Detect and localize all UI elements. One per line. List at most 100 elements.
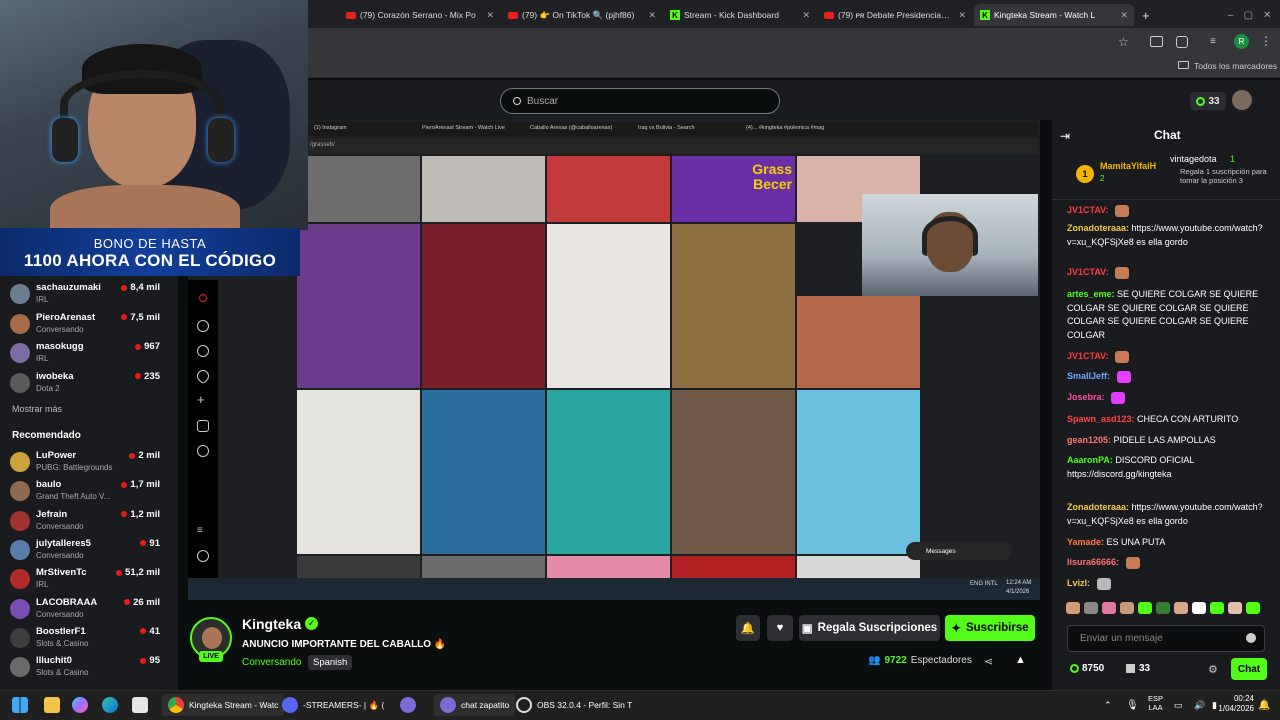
emoji-icon[interactable] [1246, 633, 1256, 643]
send-chat-button[interactable]: Chat [1231, 658, 1267, 680]
menu-icon[interactable]: ⋮ [1260, 34, 1272, 48]
battery-icon[interactable]: ▮ [1212, 697, 1217, 713]
chat-username[interactable]: JV1CTAV: [1067, 351, 1109, 361]
viewers-number: 9722 [884, 655, 907, 666]
sidebar-channel[interactable]: PieroArenast Conversando 7,5 mil [10, 312, 160, 338]
browser-tab-active[interactable]: K Kingteka Stream - Watch L ✕ [974, 4, 1134, 26]
network-icon[interactable]: ▭ [1174, 697, 1183, 713]
emote-icon[interactable] [1192, 602, 1206, 614]
browser-tab[interactable]: (79) Corazón Serrano - Mix Po ✕ [340, 4, 500, 26]
verified-icon: ✓ [305, 617, 318, 630]
emote-icon[interactable] [1066, 602, 1080, 614]
follow-button[interactable]: ♥ [767, 615, 793, 641]
report-icon[interactable]: ▲ [1015, 654, 1026, 666]
file-explorer-icon[interactable] [44, 697, 60, 713]
chat-username[interactable]: SmallJeff: [1067, 371, 1110, 381]
sidebar-channel[interactable]: baulo Grand Theft Auto V... 1,7 mil [10, 479, 160, 505]
sidebar-channel[interactable]: BoostlerF1 Slots & Casino 41 [10, 626, 160, 652]
chat-username[interactable]: Zonadoteraaa: [1067, 223, 1129, 233]
collapse-chat-icon[interactable]: ⇥ [1060, 129, 1070, 143]
chat-username[interactable]: lisura66666: [1067, 557, 1119, 567]
sidebar-channel[interactable]: masokugg IRL 967 [10, 341, 160, 367]
taskbar-app-obs[interactable]: OBS 32.0.4 - Perfil: Sin T [516, 697, 632, 713]
chat-username[interactable]: artes_eme: [1067, 289, 1115, 299]
emote-icon[interactable] [1102, 602, 1116, 614]
new-tab-icon[interactable]: + [1136, 4, 1152, 26]
gift-subs-button[interactable]: ▣ Regala Suscripciones [799, 615, 940, 641]
close-icon[interactable]: ✕ [802, 10, 810, 21]
tab-search-icon[interactable]: ≡ [1210, 36, 1216, 47]
browser-tab[interactable]: K Stream - Kick Dashboard ✕ [664, 4, 816, 26]
taskbar-app-chrome[interactable]: Kingteka Stream - Watc [162, 694, 285, 716]
sidebar-channel[interactable]: iwobeka Dota 2 235 [10, 371, 160, 397]
chat-username[interactable]: Josebra: [1067, 392, 1105, 402]
points-badge[interactable]: 33 [1190, 92, 1226, 110]
search-input[interactable]: Buscar [500, 88, 780, 114]
chat-points[interactable]: 8750 [1070, 663, 1104, 674]
extensions-icon[interactable] [1176, 36, 1188, 48]
chat-username[interactable]: AaaronPA: [1067, 455, 1113, 465]
show-more-link[interactable]: Mostrar más [12, 404, 62, 414]
chat-username[interactable]: gean1205: [1067, 435, 1111, 445]
settings-gear-icon[interactable]: ⚙ [1208, 663, 1218, 676]
browser-tab[interactable]: (79) 👉 On TikTok 🔍 (pjhf86) ✕ [502, 4, 662, 26]
close-icon[interactable]: ✕ [486, 10, 494, 21]
chat-input[interactable]: Enviar un mensaje [1067, 625, 1265, 652]
tray-chevron-icon[interactable]: ⌃ [1104, 697, 1112, 713]
language-indicator[interactable]: ESP LAA [1148, 694, 1163, 716]
channel-category: Slots & Casino [36, 668, 89, 678]
share-icon[interactable]: ⋖ [984, 655, 993, 668]
sidebar-channel[interactable]: Jefrain Conversando 1,2 mil [10, 509, 160, 535]
copilot-icon[interactable] [72, 697, 88, 713]
taskbar-app-chat[interactable]: chat zapatito [434, 694, 516, 716]
emote-icon [1115, 350, 1130, 363]
stream-category[interactable]: Conversando [242, 657, 301, 668]
bookmark-star-icon[interactable]: ☆ [1118, 35, 1129, 49]
all-bookmarks-link[interactable]: Todos los marcadores [1194, 61, 1277, 71]
store-icon[interactable] [132, 697, 148, 713]
profile-avatar[interactable]: R [1234, 34, 1249, 49]
edge-icon[interactable] [102, 697, 118, 713]
sidebar-channel[interactable]: sachauzumaki IRL 8,4 mil [10, 282, 160, 308]
chat-username[interactable]: Lvizl: [1067, 578, 1090, 588]
emote-icon[interactable] [1228, 602, 1242, 614]
close-icon[interactable]: ✕ [648, 10, 656, 21]
notification-bell-icon[interactable]: 🔔 [1258, 697, 1270, 713]
chat-gifts[interactable]: 33 [1126, 663, 1150, 674]
emote-icon[interactable] [1156, 602, 1170, 614]
channel-name: LuPower [36, 450, 77, 461]
subscribe-button[interactable]: ✦ Suscribirse [945, 615, 1035, 641]
language-tag[interactable]: Spanish [308, 655, 353, 670]
chat-username[interactable]: Yamade: [1067, 537, 1104, 547]
taskbar-app-discord[interactable]: -STREAMERS- | 🔥 ( [282, 697, 384, 713]
sidebar-channel[interactable]: LuPower PUBG: Battlegrounds 2 mil [10, 450, 160, 476]
channel-category: Conversando [36, 521, 84, 531]
chat-username[interactable]: Zonadoteraaa: [1067, 502, 1129, 512]
sidebar-channel[interactable]: MrStivenTc IRL 51,2 mil [10, 567, 160, 593]
clock[interactable]: 00:24 1/04/2026 [1218, 694, 1254, 716]
close-icon[interactable]: ✕ [958, 10, 966, 21]
chat-username[interactable]: Spawn_asd123: [1067, 414, 1135, 424]
windows-start-icon[interactable] [12, 697, 28, 713]
emote-icon[interactable] [1084, 602, 1098, 614]
chat-username[interactable]: JV1CTAV: [1067, 205, 1109, 215]
emote-icon[interactable] [1246, 602, 1260, 614]
window-controls[interactable]: – ▢ ✕ [1222, 4, 1278, 26]
user-avatar[interactable] [1232, 90, 1252, 110]
emote-icon[interactable] [1174, 602, 1188, 614]
microphone-icon[interactable]: 🎙 [1126, 697, 1139, 713]
emote-icon[interactable] [1120, 602, 1134, 614]
sidebar-channel[interactable]: LACOBRAAA Conversando 26 mil [10, 597, 160, 623]
volume-icon[interactable]: 🔊 [1194, 697, 1205, 713]
close-icon[interactable]: ✕ [1120, 10, 1128, 21]
emote-icon[interactable] [1210, 602, 1224, 614]
sidebar-channel[interactable]: julytalleres5 Conversando 91 [10, 538, 160, 564]
emote-icon[interactable] [1138, 602, 1152, 614]
taskbar-app-discord2[interactable] [400, 697, 416, 713]
chat-username[interactable]: JV1CTAV: [1067, 267, 1109, 277]
sidebar-channel[interactable]: llluchit0 Slots & Casino 95 [10, 655, 160, 681]
notification-bell-button[interactable]: 🔔 [736, 615, 760, 641]
browser-tab[interactable]: (79) ᴘʀ Debate Presidencial 202 ✕ [818, 4, 972, 26]
streamer-name[interactable]: Kingteka [242, 616, 301, 632]
sidebar-icon[interactable] [1150, 36, 1163, 47]
